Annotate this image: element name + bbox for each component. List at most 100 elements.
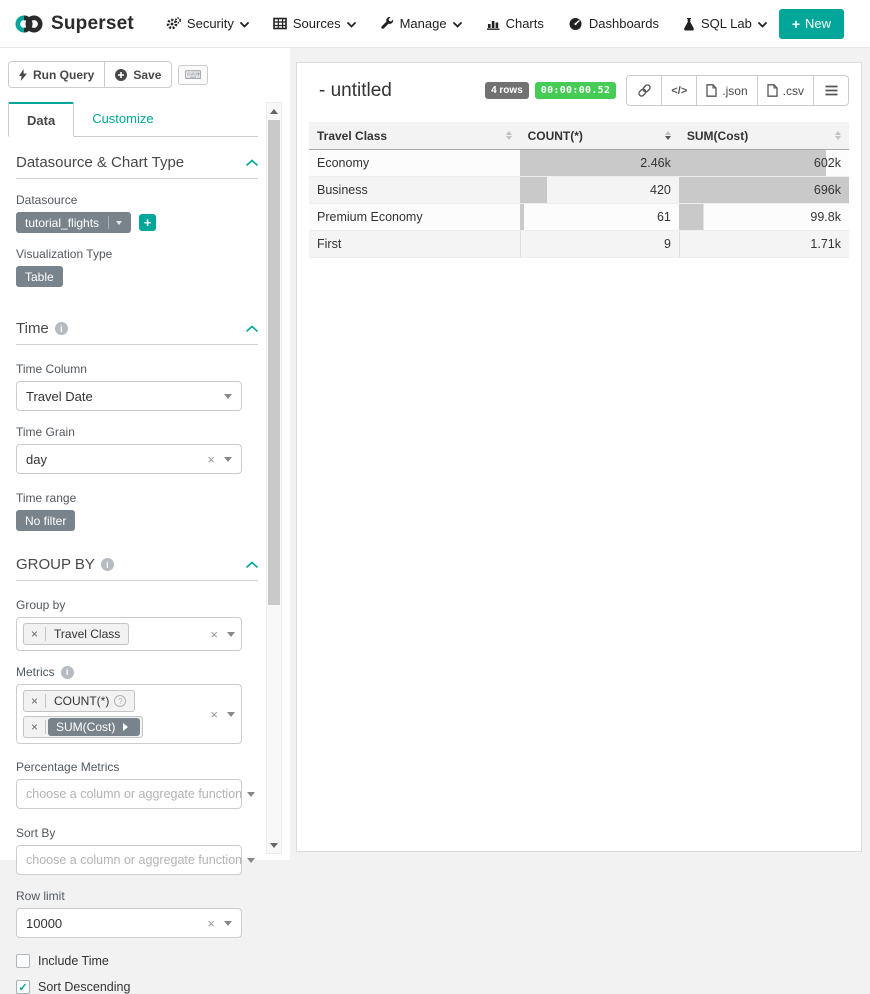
metrics-select[interactable]: COUNT(*) ? SUM(Cost) bbox=[16, 684, 242, 744]
sort-by-placeholder: choose a column or aggregate function bbox=[26, 853, 242, 867]
caret-right-icon bbox=[123, 723, 132, 731]
plus-icon: + bbox=[792, 16, 800, 32]
file-csv-icon bbox=[767, 84, 778, 97]
time-grain-select[interactable]: day bbox=[16, 444, 242, 474]
short-link-button[interactable] bbox=[626, 75, 662, 106]
view-query-button[interactable]: </> bbox=[661, 75, 697, 106]
clear-icon[interactable] bbox=[206, 627, 222, 642]
export-button-group: </> .json bbox=[626, 75, 849, 106]
nav-sources[interactable]: Sources bbox=[261, 0, 368, 48]
sort-by-select[interactable]: choose a column or aggregate function bbox=[16, 845, 242, 875]
caret-down-icon bbox=[247, 792, 255, 801]
sort-descending-checkbox-row[interactable]: Sort Descending bbox=[16, 980, 258, 994]
add-datasource-button[interactable]: + bbox=[139, 214, 156, 231]
scroll-down-arrow[interactable] bbox=[267, 838, 281, 853]
nav-charts[interactable]: Charts bbox=[474, 0, 556, 48]
cell-count: 61 bbox=[520, 204, 679, 231]
nav-charts-label: Charts bbox=[506, 16, 544, 31]
viz-type-button[interactable]: Table bbox=[16, 266, 63, 287]
metric-token-sum: SUM(Cost) bbox=[23, 716, 143, 738]
export-json-button[interactable]: .json bbox=[696, 75, 757, 106]
time-column-select[interactable]: Travel Date bbox=[16, 381, 242, 411]
cell-travel-class: Premium Economy bbox=[309, 204, 520, 231]
chevron-down-icon bbox=[240, 22, 249, 28]
scroll-up-arrow[interactable] bbox=[267, 103, 281, 118]
chart-title[interactable]: - untitled bbox=[309, 80, 392, 102]
question-circle-icon: ? bbox=[114, 695, 126, 707]
plus-circle-icon bbox=[115, 69, 127, 81]
column-header-count[interactable]: COUNT(*) bbox=[520, 122, 679, 150]
clear-icon[interactable] bbox=[203, 452, 219, 467]
table-icon bbox=[273, 17, 287, 30]
column-header-travel-class[interactable]: Travel Class bbox=[309, 122, 520, 150]
cell-sum: 99.8k bbox=[679, 204, 849, 231]
sort-descending-label: Sort Descending bbox=[38, 980, 130, 994]
nav-security[interactable]: Security bbox=[154, 0, 261, 48]
include-time-checkbox[interactable] bbox=[16, 954, 30, 968]
group-by-token: Travel Class bbox=[23, 623, 129, 645]
table-header-row: Travel Class COUNT(*) SUM(Cost) bbox=[309, 122, 849, 150]
nav-security-label: Security bbox=[187, 16, 234, 31]
remove-token-icon[interactable] bbox=[24, 720, 46, 734]
nav-dashboards[interactable]: Dashboards bbox=[556, 0, 671, 48]
include-time-checkbox-row[interactable]: Include Time bbox=[16, 954, 258, 968]
time-range-button[interactable]: No filter bbox=[16, 510, 75, 531]
section-time-header[interactable]: Time i bbox=[16, 320, 258, 337]
nav-sql-lab[interactable]: SQL Lab bbox=[671, 0, 779, 48]
table-row[interactable]: First 9 1.71k bbox=[309, 231, 849, 258]
remove-token-icon[interactable] bbox=[24, 627, 46, 641]
table-row[interactable]: Business 420 696k bbox=[309, 177, 849, 204]
chevron-down-icon bbox=[758, 22, 767, 28]
row-count-badge: 4 rows bbox=[485, 82, 529, 99]
table-row[interactable]: Economy 2.46k 602k bbox=[309, 150, 849, 177]
clear-icon[interactable] bbox=[203, 916, 219, 931]
divider bbox=[108, 216, 109, 229]
chevron-down-icon bbox=[453, 22, 462, 28]
chevron-up-icon bbox=[246, 325, 258, 332]
chart-header: - untitled 4 rows 00:00:00.52 bbox=[309, 75, 849, 106]
chevron-up-icon bbox=[246, 561, 258, 568]
group-by-select[interactable]: Travel Class bbox=[16, 617, 242, 651]
top-navbar: Superset Security Sources bbox=[0, 0, 870, 48]
run-query-label: Run Query bbox=[33, 68, 94, 82]
row-limit-select[interactable]: 10000 bbox=[16, 908, 242, 938]
datasource-label: Datasource bbox=[16, 193, 258, 207]
time-grain-value: day bbox=[26, 452, 203, 467]
sort-descending-checkbox[interactable] bbox=[16, 980, 30, 994]
save-button[interactable]: Save bbox=[104, 61, 172, 88]
clear-icon[interactable] bbox=[206, 707, 222, 722]
superset-logo[interactable]: Superset bbox=[14, 13, 134, 35]
divider bbox=[16, 344, 258, 345]
keyboard-shortcuts-button[interactable]: ⌨ bbox=[178, 65, 207, 85]
sort-desc-icon bbox=[665, 128, 671, 143]
sort-icon bbox=[835, 128, 841, 143]
nav-manage[interactable]: Manage bbox=[368, 0, 474, 48]
metric-sum-pill[interactable]: SUM(Cost) bbox=[48, 718, 140, 736]
scrollbar-thumb[interactable] bbox=[268, 120, 280, 605]
time-range-label: Time range bbox=[16, 491, 258, 505]
brand-name: Superset bbox=[51, 13, 134, 35]
datasource-button[interactable]: tutorial_flights bbox=[16, 212, 131, 233]
section-groupby-header[interactable]: GROUP BY i bbox=[16, 556, 258, 573]
caret-down-icon bbox=[224, 457, 232, 466]
control-tabs: Data Customize bbox=[8, 102, 258, 137]
nav-manage-label: Manage bbox=[400, 16, 447, 31]
panel-scrollbar[interactable] bbox=[266, 102, 282, 854]
tab-data[interactable]: Data bbox=[8, 102, 74, 137]
section-datasource-header[interactable]: Datasource & Chart Type bbox=[16, 154, 258, 171]
section-groupby-title: GROUP BY bbox=[16, 556, 95, 573]
caret-down-icon bbox=[224, 394, 232, 403]
chart-menu-button[interactable] bbox=[813, 75, 849, 106]
time-range-value: No filter bbox=[25, 514, 66, 528]
new-button[interactable]: + New bbox=[779, 9, 844, 39]
run-query-button[interactable]: Run Query bbox=[8, 61, 105, 88]
remove-token-icon[interactable] bbox=[24, 694, 46, 708]
table-row[interactable]: Premium Economy 61 99.8k bbox=[309, 204, 849, 231]
percentage-metrics-select[interactable]: choose a column or aggregate function bbox=[16, 779, 242, 809]
column-label: Travel Class bbox=[317, 129, 506, 143]
column-header-sum-cost[interactable]: SUM(Cost) bbox=[679, 122, 849, 150]
export-csv-button[interactable]: .csv bbox=[757, 75, 814, 106]
viz-type-value: Table bbox=[25, 270, 54, 284]
tab-customize[interactable]: Customize bbox=[74, 102, 171, 136]
metric-sum-label: SUM(Cost) bbox=[56, 720, 115, 734]
